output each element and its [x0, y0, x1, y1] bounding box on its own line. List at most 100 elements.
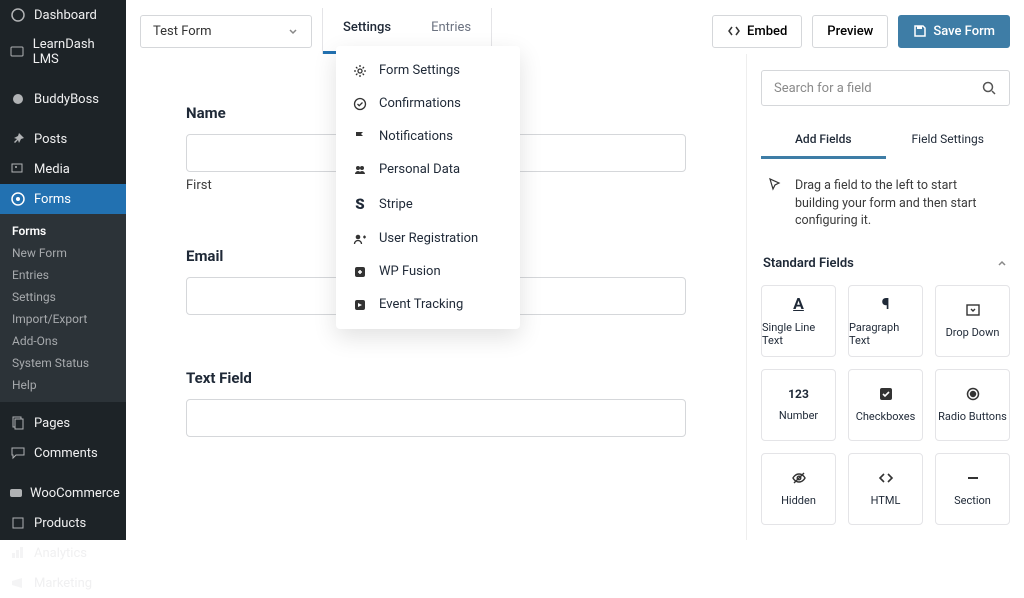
paragraph-icon: ¶	[882, 294, 890, 313]
field-label: Text Field	[186, 369, 686, 387]
people-icon	[352, 163, 368, 177]
search-icon	[981, 80, 997, 96]
fieldbtn-label: Paragraph Text	[849, 321, 922, 347]
sidebar-label: Pages	[34, 416, 70, 431]
dd-label: Stripe	[379, 197, 413, 212]
cursor-icon	[767, 177, 783, 193]
search-placeholder: Search for a field	[774, 81, 872, 96]
dd-form-settings[interactable]: Form Settings	[336, 54, 520, 87]
ptab-add-fields[interactable]: Add Fields	[761, 122, 886, 159]
learndash-icon	[8, 44, 27, 60]
dd-label: Notifications	[379, 129, 453, 144]
ptab-field-settings[interactable]: Field Settings	[886, 122, 1011, 159]
hint-text: Drag a field to the left to start buildi…	[795, 177, 1004, 230]
checkbox-icon	[878, 386, 894, 402]
hidden-icon	[791, 470, 807, 486]
sidebar-label: LearnDash LMS	[33, 37, 118, 67]
fieldbtn-label: Hidden	[781, 494, 816, 507]
preview-button[interactable]: Preview	[812, 15, 888, 48]
fieldbtn-number[interactable]: 123Number	[761, 369, 836, 441]
submenu-forms[interactable]: Forms	[0, 220, 126, 242]
code-icon	[727, 24, 741, 38]
text-icon: A	[793, 294, 804, 313]
fieldbtn-checkboxes[interactable]: Checkboxes	[848, 369, 923, 441]
fieldbtn-radio[interactable]: Radio Buttons	[935, 369, 1010, 441]
submenu-add-ons[interactable]: Add-Ons	[0, 330, 126, 352]
dd-label: Event Tracking	[379, 297, 463, 312]
sidebar-label: Marketing	[34, 576, 92, 591]
submenu-system-status[interactable]: System Status	[0, 352, 126, 374]
submenu-help[interactable]: Help	[0, 374, 126, 396]
stripe-icon: S	[352, 195, 368, 213]
section-title: Standard Fields	[763, 256, 854, 271]
fieldbtn-single-line[interactable]: A Single Line Text	[761, 285, 836, 357]
fieldbtn-paragraph[interactable]: ¶ Paragraph Text	[848, 285, 923, 357]
top-bar: Test Form Settings Entries Embed Preview…	[126, 0, 1024, 54]
right-panel: Search for a field Add Fields Field Sett…	[746, 54, 1024, 540]
forms-icon	[8, 191, 28, 207]
form-selector-label: Test Form	[153, 24, 211, 39]
button-label: Save Form	[933, 24, 995, 39]
check-circle-icon	[352, 97, 368, 111]
sidebar-item-media[interactable]: Media	[0, 154, 126, 184]
sidebar-item-buddyboss[interactable]: BuddyBoss	[0, 84, 126, 114]
dd-user-registration[interactable]: User Registration	[336, 222, 520, 255]
settings-dropdown: Form Settings Confirmations Notification…	[336, 46, 520, 329]
save-button[interactable]: Save Form	[898, 15, 1010, 48]
button-label: Embed	[747, 24, 787, 39]
dd-stripe[interactable]: S Stripe	[336, 186, 520, 222]
sidebar-item-marketing[interactable]: Marketing	[0, 568, 126, 598]
submenu-settings[interactable]: Settings	[0, 286, 126, 308]
dd-label: WP Fusion	[379, 264, 441, 279]
radio-icon	[965, 386, 981, 402]
pages-icon	[8, 415, 28, 431]
content-row: Name First Email Text Field Search for a…	[126, 54, 1024, 540]
hint: Drag a field to the left to start buildi…	[761, 159, 1010, 248]
sidebar-label: Analytics	[34, 546, 87, 561]
dd-notifications[interactable]: Notifications	[336, 120, 520, 153]
embed-button[interactable]: Embed	[712, 15, 802, 48]
dd-wp-fusion[interactable]: WP Fusion	[336, 255, 520, 288]
submenu-import-export[interactable]: Import/Export	[0, 308, 126, 330]
dd-label: Form Settings	[379, 63, 460, 78]
event-icon	[352, 298, 368, 312]
field-text[interactable]: Text Field	[186, 369, 686, 437]
chevron-up-icon	[996, 257, 1008, 269]
sidebar-item-posts[interactable]: Posts	[0, 124, 126, 154]
section-standard-fields[interactable]: Standard Fields	[761, 248, 1010, 285]
submenu-new-form[interactable]: New Form	[0, 242, 126, 264]
sidebar-item-dashboard[interactable]: Dashboard	[0, 0, 126, 30]
text-input[interactable]	[186, 399, 686, 437]
dashboard-icon	[8, 7, 28, 23]
submenu-entries[interactable]: Entries	[0, 264, 126, 286]
save-icon	[913, 24, 927, 38]
sidebar-item-woocommerce[interactable]: WooCommerce	[0, 478, 126, 508]
sidebar-item-products[interactable]: Products	[0, 508, 126, 538]
fieldbtn-html[interactable]: HTML	[848, 453, 923, 525]
field-search[interactable]: Search for a field	[761, 70, 1010, 106]
sidebar-item-learndash[interactable]: LearnDash LMS	[0, 30, 126, 74]
sidebar-label: Comments	[34, 446, 98, 461]
sidebar-label: Forms	[34, 192, 71, 207]
fieldbtn-section[interactable]: Section	[935, 453, 1010, 525]
dd-event-tracking[interactable]: Event Tracking	[336, 288, 520, 321]
fieldbtn-label: Section	[954, 494, 991, 507]
gear-icon	[352, 64, 368, 78]
sidebar-label: Media	[34, 162, 70, 177]
sidebar-item-forms[interactable]: Forms	[0, 184, 126, 214]
dd-label: Personal Data	[379, 162, 460, 177]
dd-confirmations[interactable]: Confirmations	[336, 87, 520, 120]
sidebar-label: Dashboard	[34, 8, 97, 23]
sidebar-item-analytics[interactable]: Analytics	[0, 538, 126, 568]
dd-personal-data[interactable]: Personal Data	[336, 153, 520, 186]
sidebar-item-pages[interactable]: Pages	[0, 408, 126, 438]
sidebar-item-comments[interactable]: Comments	[0, 438, 126, 468]
wpfusion-icon	[352, 265, 368, 279]
fieldbtn-hidden[interactable]: Hidden	[761, 453, 836, 525]
fieldbtn-label: Single Line Text	[762, 321, 835, 347]
media-icon	[8, 161, 28, 177]
fieldbtn-dropdown[interactable]: Drop Down	[935, 285, 1010, 357]
form-selector[interactable]: Test Form	[140, 15, 312, 48]
wp-admin-sidebar: Dashboard LearnDash LMS BuddyBoss Posts …	[0, 0, 126, 540]
sidebar-label: WooCommerce	[30, 486, 120, 501]
